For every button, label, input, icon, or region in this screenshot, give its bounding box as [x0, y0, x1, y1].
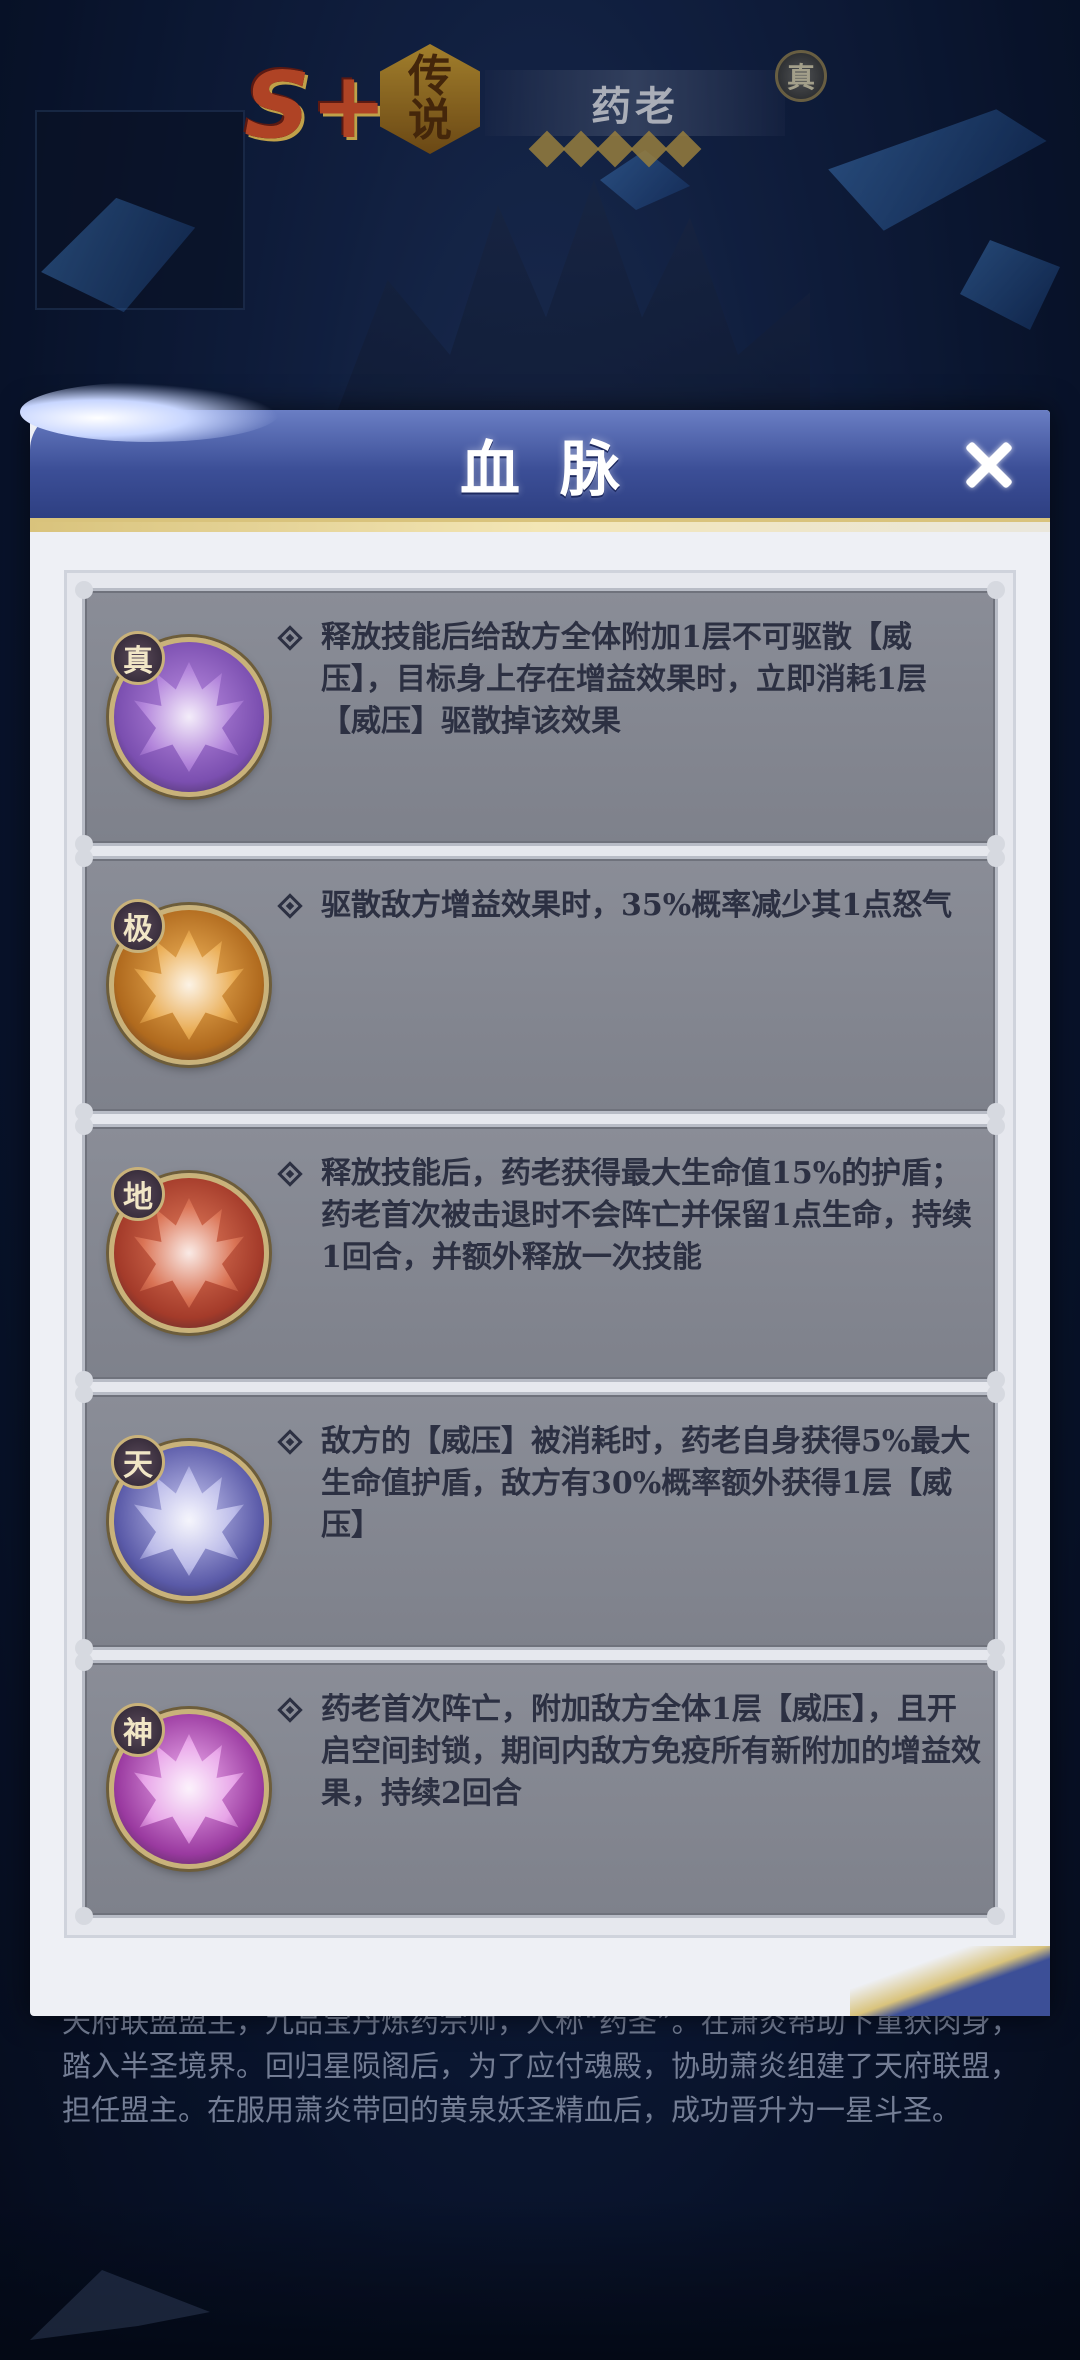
tier-description-text: 药老首次阵亡，附加敌方全体1层【威压】，且开启空间封锁，期间内敌方免疫所有新附加…: [321, 1692, 981, 1811]
diamond-bullet-icon: [277, 1153, 321, 1195]
tier-description: 释放技能后，药老获得最大生命值15%的护盾；药老首次被击退时不会阵亡并保留1点生…: [277, 1153, 981, 1279]
tier-description: 敌方的【威压】被消耗时，药老自身获得5%最大生命值护盾，敌方有30%概率额外获得…: [277, 1421, 981, 1547]
tier-description-text: 释放技能后给敌方全体附加1层不可驱散【威压】，目标身上存在增益效果时，立即消耗1…: [321, 620, 927, 739]
tier-description: 驱散敌方增益效果时，35%概率减少其1点怒气: [277, 885, 981, 927]
tier-description-text: 敌方的【威压】被消耗时，药老自身获得5%最大生命值护盾，敌方有30%概率额外获得…: [321, 1424, 971, 1543]
bloodline-card: 天 敌方的【威压】被消耗时，药老自身获得5%最大生命值护盾，敌方有30%概率额外…: [75, 1385, 1005, 1657]
tier-description: 药老首次阵亡，附加敌方全体1层【威压】，且开启空间封锁，期间内敌方免疫所有新附加…: [277, 1689, 981, 1815]
header-gold-trim: [30, 522, 1050, 532]
modal-header: 血脉: [20, 382, 1050, 522]
close-icon[interactable]: [958, 434, 1020, 496]
tier-badge: 真: [111, 631, 165, 685]
tier-badge: 神: [111, 1703, 165, 1757]
tier-badge: 地: [111, 1167, 165, 1221]
tier-description: 释放技能后给敌方全体附加1层不可驱散【威压】，目标身上存在增益效果时，立即消耗1…: [277, 617, 981, 743]
modal-title: 血脉: [460, 434, 660, 505]
bloodline-card: 神 药老首次阵亡，附加敌方全体1层【威压】，且开启空间封锁，期间内敌方免疫所有新…: [75, 1653, 1005, 1925]
header-wave-decoration: [20, 382, 280, 442]
tier-badge: 极: [111, 899, 165, 953]
bloodline-card: 地 释放技能后，药老获得最大生命值15%的护盾；药老首次被击退时不会阵亡并保留1…: [75, 1117, 1005, 1389]
tier-description-text: 驱散敌方增益效果时，35%概率减少其1点怒气: [321, 888, 953, 923]
tier-description-text: 释放技能后，药老获得最大生命值15%的护盾；药老首次被击退时不会阵亡并保留1点生…: [321, 1156, 972, 1275]
diamond-bullet-icon: [277, 885, 321, 927]
bloodline-card: 真 释放技能后给敌方全体附加1层不可驱散【威压】，目标身上存在增益效果时，立即消…: [75, 581, 1005, 853]
diamond-bullet-icon: [277, 1689, 321, 1731]
bloodline-modal: 血脉 真 释放技能后给敌方全体附加1层不可驱散【威压】，目标身上存在增益效果时，…: [20, 382, 1050, 2016]
tier-badge: 天: [111, 1435, 165, 1489]
modal-bottom-decoration: [850, 1946, 1050, 2016]
diamond-bullet-icon: [277, 1421, 321, 1463]
bloodline-card: 极 驱散敌方增益效果时，35%概率减少其1点怒气: [75, 849, 1005, 1121]
diamond-bullet-icon: [277, 617, 321, 659]
bloodline-list: 真 释放技能后给敌方全体附加1层不可驱散【威压】，目标身上存在增益效果时，立即消…: [75, 581, 1005, 1928]
